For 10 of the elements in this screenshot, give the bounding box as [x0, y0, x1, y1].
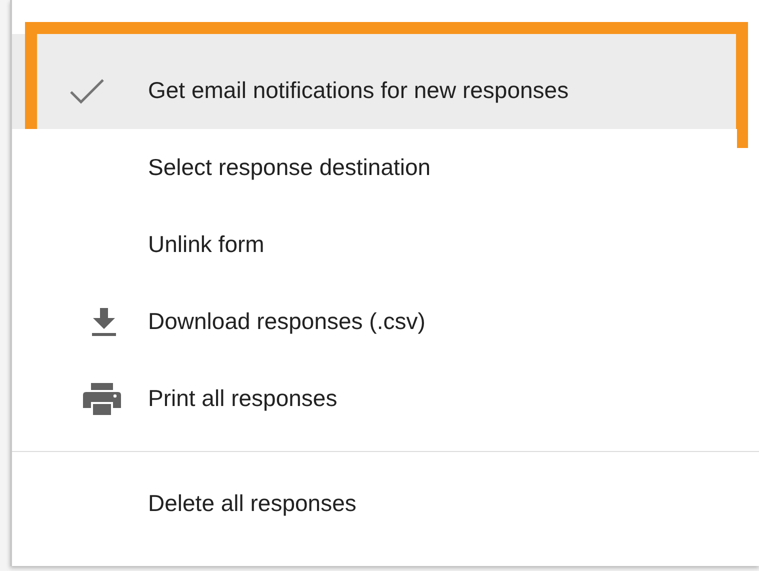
download-icon [91, 306, 117, 336]
menu-item[interactable]: Get email notifications for new responses [12, 34, 737, 129]
menu-item-label: Delete all responses [148, 489, 356, 518]
menu-item-label: Unlink form [148, 230, 264, 260]
menu-item-label: Get email notifications for new responses [148, 76, 569, 106]
menu-item-label: Download responses (.csv) [148, 307, 426, 336]
menu-item-label: Print all responses [148, 384, 338, 414]
menu-item[interactable]: Select response destination [12, 129, 737, 206]
menu-item-label: Select response destination [148, 153, 431, 182]
printer-icon [82, 382, 122, 416]
